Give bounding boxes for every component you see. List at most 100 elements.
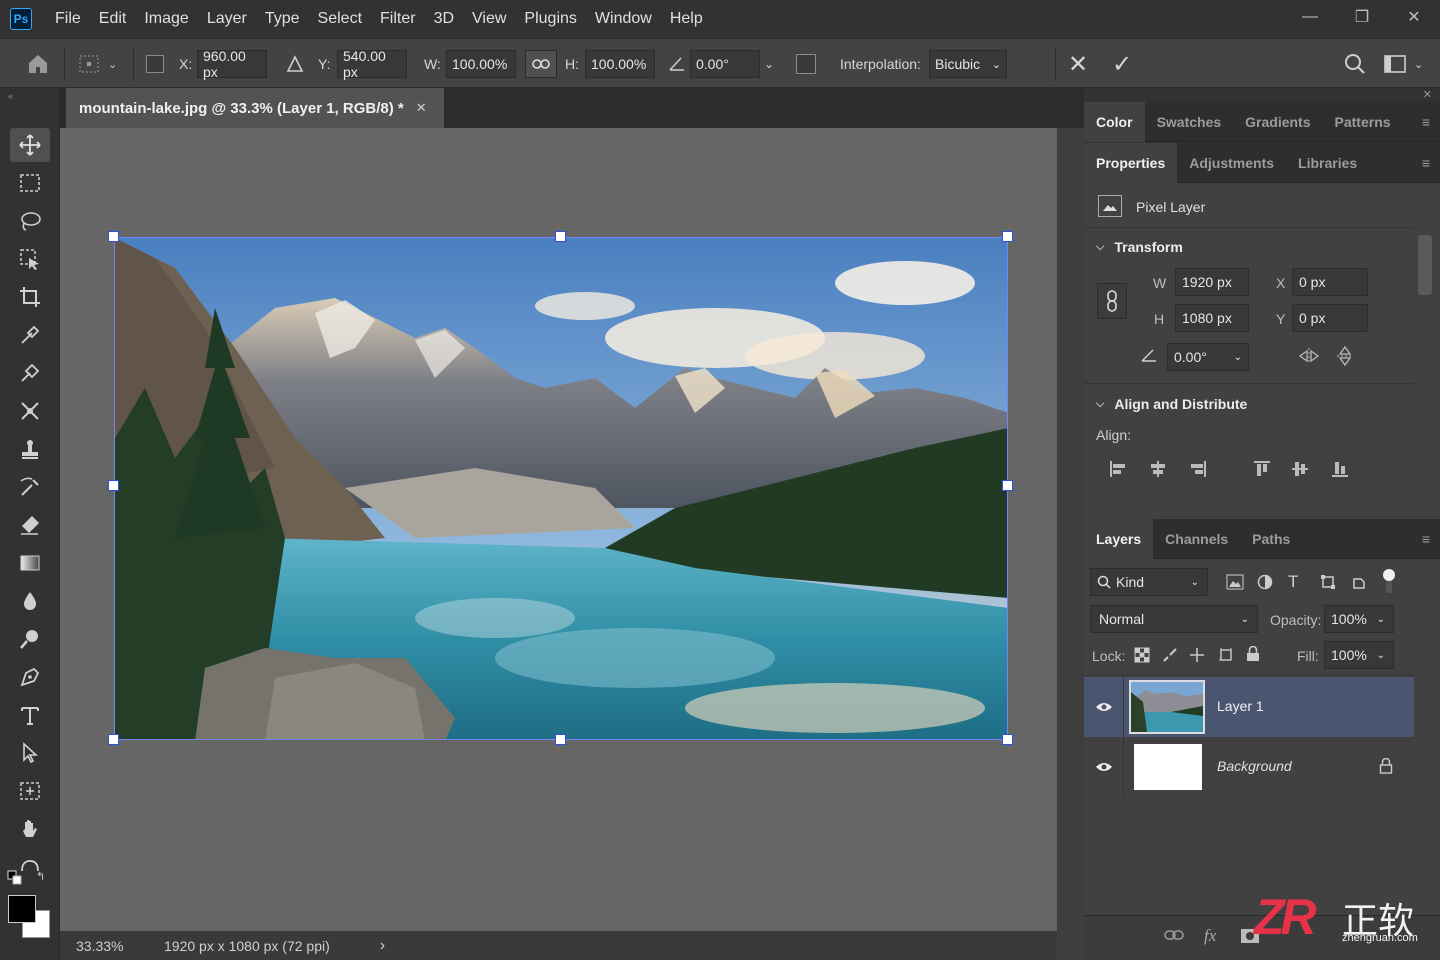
transform-width-field[interactable]: 1920 px	[1175, 268, 1249, 296]
align-horizontal-center-button[interactable]	[1148, 459, 1168, 482]
object-selection-tool[interactable]	[10, 242, 50, 276]
flip-vertical-button[interactable]	[1336, 345, 1354, 370]
layer-filter-select[interactable]: Kind ⌄	[1090, 568, 1208, 596]
align-top-button[interactable]	[1252, 459, 1272, 482]
transform-handle-bottom-right[interactable]	[1002, 734, 1013, 745]
lock-transparency-button[interactable]	[1134, 647, 1150, 666]
frame-tool[interactable]	[10, 774, 50, 808]
close-document-icon[interactable]: ✕	[416, 100, 427, 116]
path-selection-tool[interactable]	[10, 736, 50, 770]
angle-chevron-icon[interactable]: ⌄	[764, 57, 774, 71]
tab-paths[interactable]: Paths	[1240, 519, 1302, 559]
hand-tool[interactable]	[10, 812, 50, 846]
layer-visibility-toggle[interactable]	[1084, 737, 1124, 797]
menu-select[interactable]: Select	[309, 0, 371, 38]
menu-type[interactable]: Type	[256, 0, 309, 38]
document-image[interactable]	[114, 237, 1008, 740]
warp-toggle[interactable]	[796, 39, 816, 89]
x-position-field[interactable]: 960.00 px	[197, 48, 267, 80]
foreground-color-swatch[interactable]	[8, 895, 36, 923]
transform-handle-bottom-left[interactable]	[108, 734, 119, 745]
document-tab[interactable]: mountain-lake.jpg @ 33.3% (Layer 1, RGB/…	[66, 88, 444, 128]
lock-artboard-button[interactable]	[1218, 647, 1234, 666]
fill-field[interactable]: 100% ⌄	[1324, 641, 1394, 669]
tab-color[interactable]: Color	[1084, 101, 1145, 142]
blend-mode-select[interactable]: Normal ⌄	[1090, 605, 1258, 633]
transform-handle-top-left[interactable]	[108, 231, 119, 242]
opacity-field[interactable]: 100% ⌄	[1324, 605, 1394, 633]
history-brush-tool[interactable]	[10, 470, 50, 504]
menu-3d[interactable]: 3D	[425, 0, 463, 38]
menu-edit[interactable]: Edit	[90, 0, 136, 38]
link-proportions-button[interactable]	[525, 50, 557, 78]
close-panels-icon[interactable]: ✕	[1423, 88, 1432, 101]
filter-pixel-button[interactable]	[1226, 574, 1244, 593]
panel-menu-icon[interactable]: ≡	[1422, 531, 1430, 547]
crop-tool[interactable]	[10, 280, 50, 314]
healing-brush-tool[interactable]	[10, 356, 50, 390]
cancel-transform-button[interactable]: ✕	[1068, 39, 1088, 89]
relative-position-button[interactable]	[286, 39, 304, 89]
y-position-field[interactable]: 540.00 px	[337, 48, 407, 80]
tab-channels[interactable]: Channels	[1153, 519, 1240, 559]
transform-section-header[interactable]: ⌵ Transform	[1096, 239, 1183, 255]
filter-adjustment-button[interactable]	[1257, 574, 1273, 593]
menu-view[interactable]: View	[463, 0, 515, 38]
transform-handle-middle-left[interactable]	[108, 480, 119, 491]
layer-row-background[interactable]: Background	[1084, 737, 1414, 797]
filter-toggle[interactable]	[1383, 569, 1395, 581]
tab-patterns[interactable]: Patterns	[1323, 102, 1403, 142]
blur-tool[interactable]	[10, 584, 50, 618]
move-tool[interactable]	[10, 128, 50, 162]
dodge-tool[interactable]	[10, 622, 50, 656]
home-button[interactable]	[26, 39, 50, 89]
fx-icon[interactable]: fx	[1204, 926, 1216, 946]
transform-x-field[interactable]: 0 px	[1292, 268, 1368, 296]
minimize-button[interactable]: —	[1284, 0, 1336, 34]
tab-properties[interactable]: Properties	[1084, 142, 1178, 183]
transform-handle-top-center[interactable]	[555, 231, 566, 242]
swap-colors-icon[interactable]: ↰	[36, 870, 45, 883]
type-tool[interactable]	[10, 698, 50, 732]
panel-menu-icon[interactable]: ≡	[1422, 155, 1430, 171]
photoshop-logo[interactable]: Ps	[10, 8, 32, 30]
lasso-tool[interactable]	[10, 204, 50, 238]
menu-image[interactable]: Image	[135, 0, 197, 38]
transform-handle-bottom-center[interactable]	[555, 734, 566, 745]
layer-row-layer-1[interactable]: Layer 1	[1084, 677, 1414, 737]
menu-file[interactable]: File	[46, 0, 90, 38]
marquee-tool[interactable]	[10, 166, 50, 200]
eraser-tool[interactable]	[10, 508, 50, 542]
lock-all-button[interactable]	[1246, 645, 1260, 665]
menu-help[interactable]: Help	[661, 0, 712, 38]
lock-pixels-button[interactable]	[1162, 647, 1178, 666]
commit-transform-button[interactable]: ✓	[1112, 39, 1132, 89]
lock-position-button[interactable]	[1189, 647, 1205, 666]
clone-stamp-tool[interactable]	[10, 432, 50, 466]
menu-window[interactable]: Window	[586, 0, 661, 38]
link-dimensions-button[interactable]	[1097, 283, 1127, 319]
align-bottom-button[interactable]	[1330, 459, 1350, 482]
align-right-button[interactable]	[1188, 459, 1208, 482]
tab-swatches[interactable]: Swatches	[1145, 102, 1234, 142]
properties-scrollbar[interactable]	[1418, 235, 1432, 295]
transform-handle-middle-right[interactable]	[1002, 480, 1013, 491]
layer-visibility-toggle[interactable]	[1084, 677, 1124, 737]
link-layers-button[interactable]	[1164, 928, 1184, 945]
eyedropper-tool[interactable]	[10, 318, 50, 352]
brush-tool[interactable]	[10, 394, 50, 428]
menu-plugins[interactable]: Plugins	[515, 0, 585, 38]
reference-point-toggle[interactable]: ⌄	[78, 39, 117, 89]
align-left-button[interactable]	[1108, 459, 1128, 482]
zoom-level[interactable]: 33.33%	[76, 938, 164, 954]
tab-layers[interactable]: Layers	[1084, 518, 1154, 559]
search-button[interactable]	[1344, 39, 1366, 89]
default-colors-icon[interactable]	[7, 870, 23, 889]
tab-adjustments[interactable]: Adjustments	[1177, 143, 1286, 183]
pen-tool[interactable]	[10, 660, 50, 694]
filter-shape-button[interactable]	[1320, 574, 1336, 593]
flip-horizontal-button[interactable]	[1298, 347, 1320, 368]
layer-name[interactable]: Layer 1	[1217, 698, 1264, 714]
width-percent-field[interactable]: 100.00%	[446, 50, 516, 78]
menu-filter[interactable]: Filter	[371, 0, 425, 38]
